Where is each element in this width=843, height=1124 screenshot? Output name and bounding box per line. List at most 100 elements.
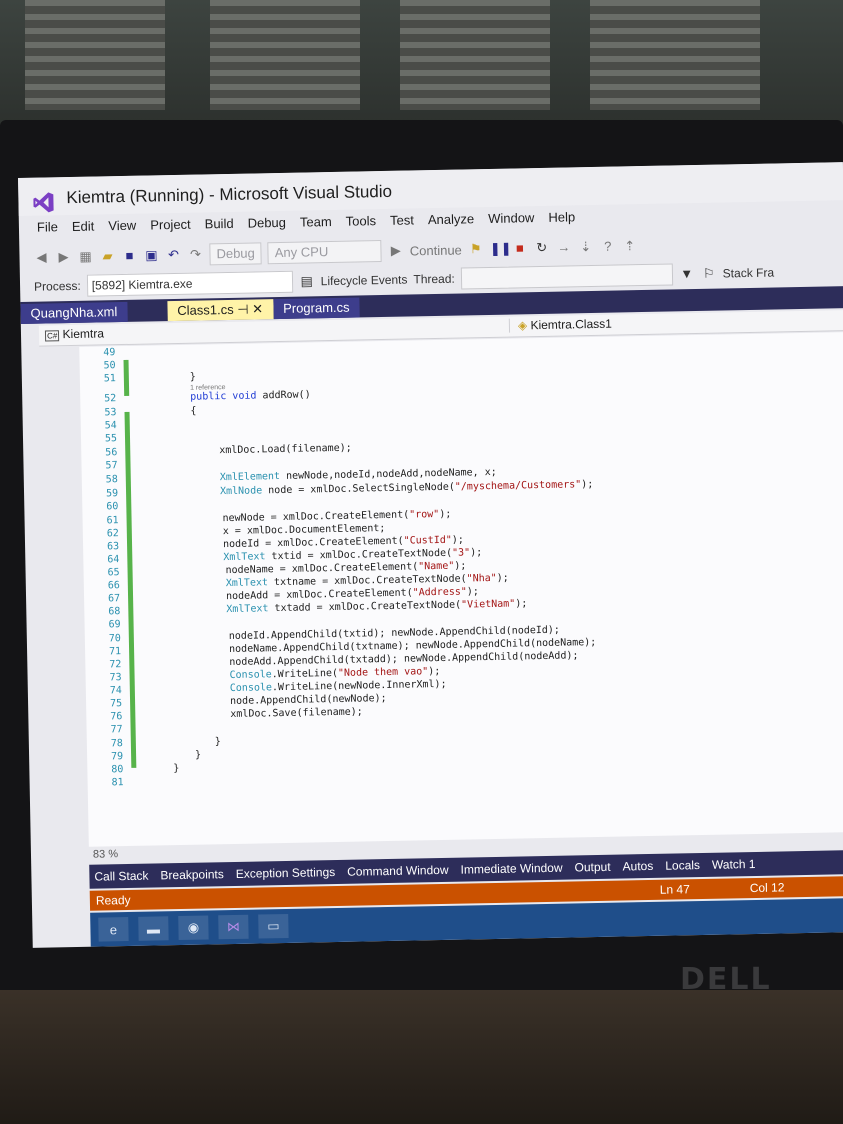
platform-dropdown[interactable]: Any CPU [267,240,382,265]
thread-dropdown[interactable] [460,263,673,290]
tab-output[interactable]: Output [569,860,615,875]
internet-explorer-icon[interactable]: e [98,917,129,942]
filter-icon[interactable]: ▼ [679,266,695,282]
line-number: 75 [109,698,123,710]
column-indicator: Col 12 [749,880,785,896]
screen: Kiemtra (Running) - Microsoft Visual Stu… [18,162,843,948]
pause-icon[interactable]: ❚❚ [490,241,512,257]
process-dropdown[interactable]: [5892] Kiemtra.exe [86,270,293,297]
window-taskbar-icon[interactable]: ▭ [258,913,289,939]
menu-window[interactable]: Window [484,210,545,226]
line-indicator: Ln 47 [659,882,690,897]
code-line: } [195,749,202,761]
play-icon[interactable]: ▶ [388,243,404,259]
continue-button[interactable]: Continue [410,242,462,258]
line-number: 74 [109,685,122,697]
menu-analyze[interactable]: Analyze [424,211,485,227]
visual-studio-icon [33,192,54,213]
code-line: xmlDoc.Load(filename); [219,442,352,457]
line-number: 79 [110,751,124,763]
menu-help[interactable]: Help [544,209,585,225]
stop-icon[interactable]: ■ [512,240,528,256]
tab-command-window[interactable]: Command Window [342,863,454,879]
menu-view[interactable]: View [104,218,146,234]
class-icon: ◈ [517,318,528,333]
menu-project[interactable]: Project [146,217,201,233]
line-number: 80 [111,764,124,776]
file-explorer-icon[interactable]: ▬ [138,916,169,941]
tab-immediate-window[interactable]: Immediate Window [455,861,567,877]
tab-program-cs[interactable]: Program.cs [272,297,360,320]
background-wall [0,0,843,130]
redo-icon[interactable]: ↷ [187,246,203,262]
code-line: } [214,736,221,748]
cs-icon: C# [44,330,60,342]
line-number: 76 [110,711,123,723]
stack-frame-label: Stack Fra [722,265,775,281]
tab-breakpoints[interactable]: Breakpoints [155,867,229,882]
menu-edit[interactable]: Edit [68,218,105,234]
forward-icon[interactable]: ▶ [55,249,71,265]
save-all-icon[interactable]: ▣ [143,247,159,263]
window-blind [25,0,165,110]
visual-studio-taskbar-icon[interactable]: ⋈ [218,914,249,940]
code-text: } 1 reference public void addRow() { xml… [79,346,596,775]
window-title: Kiemtra (Running) - Microsoft Visual Stu… [66,181,393,208]
tab-watch-1[interactable]: Watch 1 [707,857,761,872]
lifecycle-icon: ▤ [300,273,314,289]
menu-test[interactable]: Test [386,212,424,228]
zoom-level[interactable]: 83 % [93,848,118,860]
status-text: Ready [95,892,131,908]
pin-icon[interactable]: ⊣ [237,302,249,317]
config-dropdown[interactable]: Debug [209,242,263,266]
close-icon[interactable]: ✕ [252,301,263,316]
tab-class1-cs[interactable]: Class1.cs ⊣ ✕ [167,299,274,322]
code-line: public void addRow() [190,389,311,403]
open-folder-icon[interactable]: ▰ [99,248,115,264]
restart-icon[interactable]: ↻ [534,240,550,256]
lifecycle-events-dropdown[interactable]: Lifecycle Events [321,273,408,289]
class-dropdown[interactable]: ◈ Kiemtra.Class1 [508,311,843,333]
undo-icon[interactable]: ↶ [165,247,181,263]
code-line: } [173,763,180,775]
line-number: 78 [110,738,123,750]
menu-build[interactable]: Build [201,216,244,232]
process-value: [5892] Kiemtra.exe [91,276,193,293]
tab-autos[interactable]: Autos [617,859,658,874]
menu-team[interactable]: Team [296,214,342,230]
show-next-icon[interactable]: → [556,239,572,255]
process-label: Process: [33,278,81,294]
attach-icon[interactable]: ⚑ [468,241,484,257]
menu-file[interactable]: File [33,219,68,235]
chrome-icon[interactable]: ◉ [178,915,209,941]
code-line: xmlDoc.Save(filename); [230,706,363,721]
line-number: 71 [108,646,122,658]
tab-locals[interactable]: Locals [660,858,705,873]
tab-exception-settings[interactable]: Exception Settings [231,865,341,881]
code-editor[interactable]: 49 50 51 52 53 54 55 56 57 58 59 60 61 62 63 64 65 66 67 68… [79,332,843,847]
window-blind [400,0,550,110]
class-name: Kiemtra.Class1 [530,316,612,333]
thread-label: Thread: [413,271,455,287]
desk [0,990,843,1124]
project-name: Kiemtra [62,326,105,342]
flag-icon[interactable]: ⚐ [701,266,717,282]
line-number: 81 [111,777,124,789]
tab-call-stack[interactable]: Call Stack [89,869,153,884]
step-over-icon[interactable]: ? [600,239,616,255]
back-icon[interactable]: ◀ [33,249,49,265]
tab-quangnha-xml[interactable]: QuangNha.xml [20,301,128,324]
menu-debug[interactable]: Debug [243,215,296,231]
window-blind [210,0,360,110]
step-out-icon[interactable]: ⇡ [622,238,638,254]
window-blind [590,0,760,110]
line-number: 72 [109,659,122,671]
menu-tools[interactable]: Tools [342,213,387,229]
new-project-icon[interactable]: ▦ [77,249,93,265]
project-dropdown[interactable]: C# Kiemtra [44,326,105,342]
line-number: 77 [110,724,123,736]
save-icon[interactable]: ■ [121,248,137,264]
change-indicator [123,359,130,397]
code-line: { [190,405,197,417]
step-into-icon[interactable]: ⇣ [578,239,594,255]
